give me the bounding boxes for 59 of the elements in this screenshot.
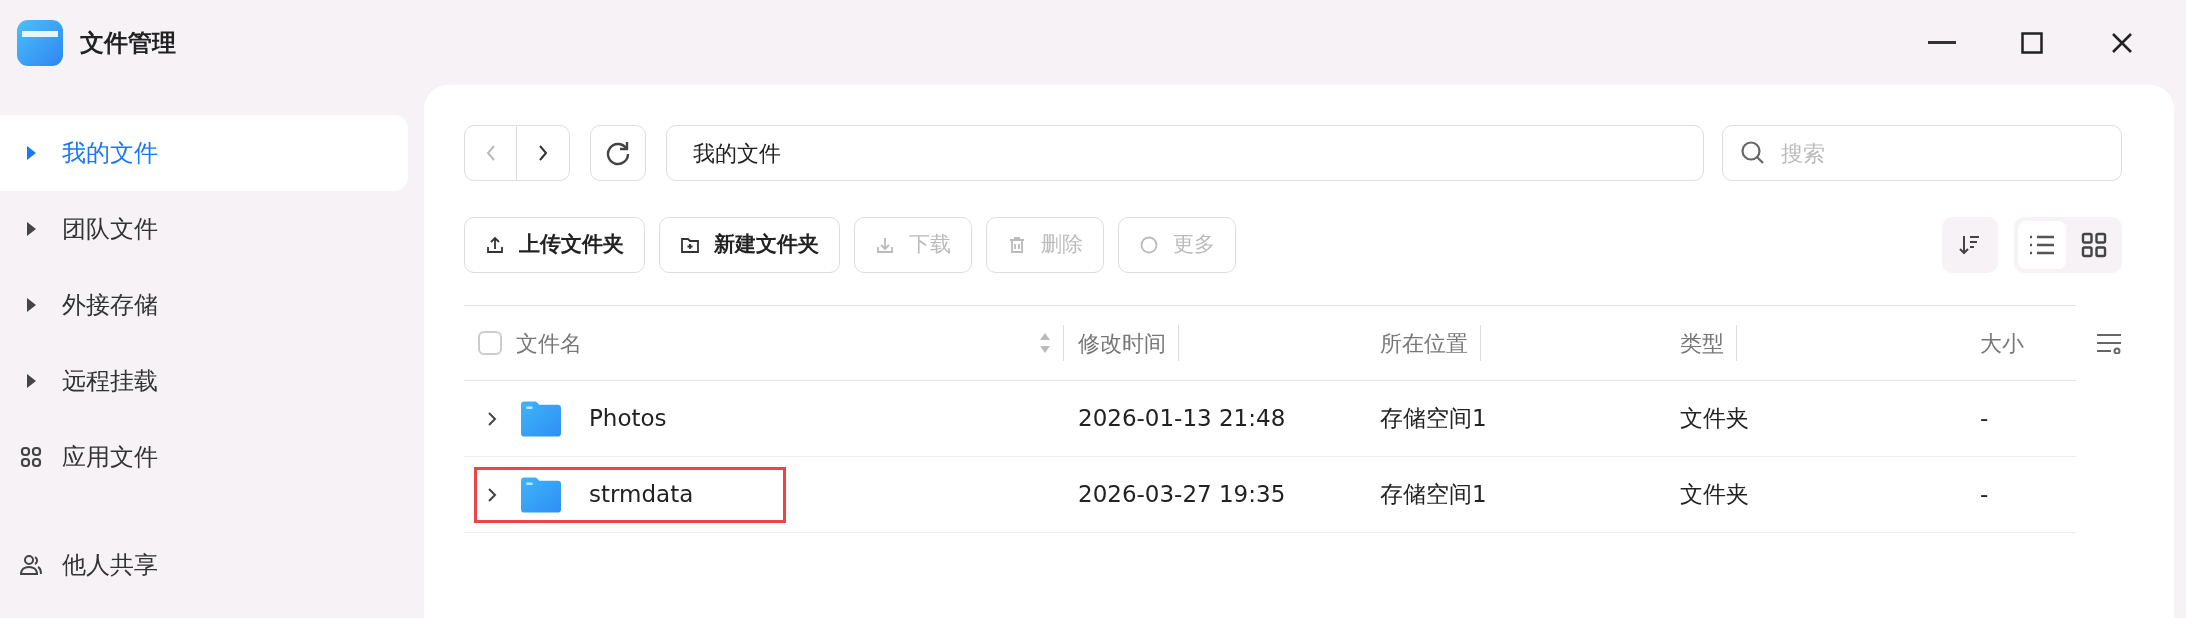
column-header[interactable]: 大小 [1980, 326, 2024, 360]
sidebar-item[interactable]: 团队文件 [0, 191, 408, 267]
triangle-icon [25, 221, 37, 237]
chevron-right-icon[interactable] [487, 485, 497, 504]
table-cell-text: - [1979, 480, 1990, 510]
minimize-icon [1928, 40, 1956, 45]
chevron-right-icon [537, 143, 549, 163]
toolbar-button[interactable]: 上传文件夹 [464, 217, 645, 273]
triangle-icon [25, 297, 37, 313]
download-icon [875, 235, 895, 255]
table-cell-text: 2026-03-27 19:35 [1077, 480, 1287, 510]
sidebar-item[interactable]: 他人共享 [0, 527, 408, 603]
column-header[interactable]: 文件名 [516, 326, 582, 360]
close-icon [2112, 32, 2132, 53]
file-row[interactable]: Photos 2026-01-13 21:48 存储空间1 文件夹 - [464, 381, 2076, 457]
chevron-left-icon [484, 143, 497, 163]
folder-icon [521, 476, 561, 513]
refresh-icon [605, 140, 631, 166]
column-settings-icon[interactable] [2096, 332, 2122, 354]
table-cell-text: - [1979, 404, 1990, 434]
select-all-checkbox[interactable] [478, 331, 502, 355]
grid-icon [2081, 232, 2107, 258]
file-name: strmdata [589, 480, 694, 510]
sidebar-item[interactable]: 应用文件 [0, 419, 408, 495]
file-name: Photos [589, 404, 667, 434]
app-logo-icon [16, 18, 64, 67]
trash-icon [1007, 235, 1027, 255]
search-icon [1740, 140, 1766, 166]
folder-plus-icon [680, 235, 700, 255]
table-cell-text: 2026-01-13 21:48 [1077, 404, 1287, 434]
column-header[interactable]: 所在位置 [1380, 326, 1468, 360]
folder-icon [521, 400, 561, 437]
toolbar-button[interactable]: 新建文件夹 [659, 217, 840, 273]
view-mode-button[interactable] [2018, 221, 2066, 269]
path-field[interactable]: 我的文件 [666, 125, 1704, 181]
upload-icon [485, 235, 505, 255]
maximize-icon [2021, 31, 2043, 54]
more-icon [1139, 235, 1159, 255]
sidebar-item[interactable]: 远程挂载 [0, 343, 408, 419]
column-header[interactable]: 修改时间 [1078, 326, 1166, 360]
sort-button[interactable] [1942, 217, 1998, 273]
sort-icon [1958, 233, 1982, 257]
search-field[interactable]: 搜索 [1722, 125, 2122, 181]
sidebar-item[interactable]: 外接存储 [0, 267, 408, 343]
column-header[interactable]: 类型 [1680, 326, 1724, 360]
table-cell-text: 存储空间1 [1379, 404, 1488, 434]
window-title: 文件管理 [80, 27, 176, 59]
list-icon [2029, 234, 2055, 256]
sidebar-item[interactable]: 我的文件 [0, 115, 408, 191]
grid-icon [20, 446, 42, 468]
table-cell-text: 文件夹 [1679, 404, 1750, 434]
chevron-right-icon[interactable] [487, 409, 497, 428]
triangle-icon [25, 373, 37, 389]
people-icon [20, 554, 42, 576]
file-row[interactable]: strmdata 2026-03-27 19:35 存储空间1 文件夹 - [464, 457, 2076, 533]
table-cell-text: 文件夹 [1679, 480, 1750, 510]
table-cell-text: 存储空间1 [1379, 480, 1488, 510]
triangle-icon [25, 145, 37, 161]
refresh-button[interactable] [590, 125, 646, 181]
